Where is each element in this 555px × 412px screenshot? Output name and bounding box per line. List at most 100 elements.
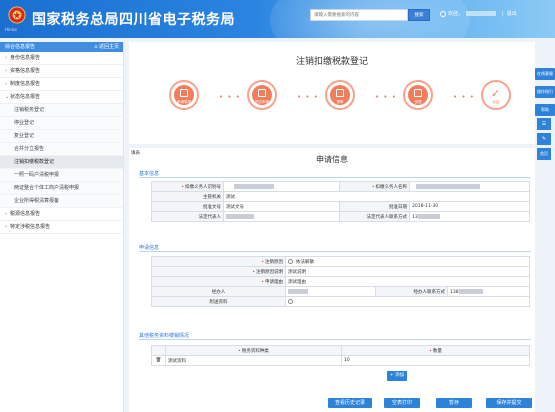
greeting-text: 欢迎，: [448, 11, 464, 17]
sidebar-item-identity[interactable]: › 身份信息报告: [0, 52, 123, 65]
section-apply-info: 申请信息: [139, 245, 532, 252]
side-tab-guide[interactable]: 操作指引: [535, 86, 555, 98]
step-label: 申请填报: [177, 100, 191, 104]
submenu-item-active[interactable]: 注销扣缴税款登记: [0, 156, 123, 169]
step-label: 办结: [492, 100, 500, 104]
handler-contact-label: 经办人联系方式: [375, 286, 448, 297]
table-row: 批准文号 测试文号 批准日期 2018-11-30: [151, 201, 530, 212]
masked-username: [466, 11, 497, 16]
back-home-link[interactable]: ⌂ 返回主页: [94, 42, 119, 52]
save-submit-button[interactable]: 保存并提交: [486, 398, 532, 408]
edit-icon[interactable]: ✎: [537, 133, 551, 145]
apply-reason-value[interactable]: 测试理由: [285, 276, 530, 287]
delete-row-icon[interactable]: 🗑: [151, 355, 166, 366]
handler-contact-cell[interactable]: 138: [447, 286, 530, 297]
status-submenu: 注销税务登记 停业登记 复业登记 合并分立报告 注销扣缴税款登记 一照一码户清税…: [0, 104, 123, 208]
sidebar-item-qualification[interactable]: › 资格信息报告: [0, 65, 123, 78]
withholding-id-text: 扣缴义务人识别号: [185, 184, 221, 190]
legal-rep-label: 法定代表人: [151, 211, 224, 222]
quantity-cell[interactable]: 10: [341, 355, 530, 366]
tax-office-label: 主管机关: [151, 191, 224, 202]
table-row: 法定代表人 法定代表人联系方式 13: [151, 211, 530, 222]
apply-reason-label: •申请理由: [151, 276, 286, 287]
step-label: 预审: [336, 100, 344, 104]
logout-link[interactable]: 退出: [507, 11, 517, 17]
quantity-header: •数量: [341, 345, 530, 356]
cancel-reason-value[interactable]: 依法解散: [285, 256, 530, 267]
sidebar-item-tax-source[interactable]: › 税源信息报告: [0, 208, 123, 221]
step-dots: • • •: [375, 93, 397, 101]
sidebar-item-label: 资格信息报告: [10, 68, 41, 74]
sidebar-item-label: 状态信息报告: [10, 94, 41, 100]
withholding-id-value: [223, 181, 340, 192]
side-tab-online-service[interactable]: 在线客服: [535, 68, 555, 80]
required-mark: •: [261, 259, 264, 265]
withholding-id-label: •扣缴义务人识别号: [151, 181, 224, 192]
sidebar-item-status[interactable]: ⌄状态信息报告: [0, 91, 123, 104]
step-dots: • • •: [297, 93, 319, 101]
search-icon: [288, 298, 293, 304]
table-row: 附送资料: [151, 296, 530, 307]
search-input[interactable]: [310, 9, 408, 21]
tax-office-value: 测试: [223, 191, 530, 202]
save-draft-button[interactable]: 暂存: [436, 398, 472, 408]
submenu-item[interactable]: 企业所得税清算报备: [0, 195, 123, 208]
submenu-item[interactable]: 两证整合个体工商户清税申报: [0, 182, 123, 195]
cancel-reason-label: •注销原因: [151, 256, 286, 267]
submenu-item[interactable]: 复业登记: [0, 130, 123, 143]
withholding-name-text: 扣缴义务人名称: [375, 184, 408, 190]
submenu-item[interactable]: 合并分立报告: [0, 143, 123, 156]
menu-icon[interactable]: ☰: [537, 118, 551, 130]
stamp-icon: [414, 89, 422, 97]
table-row: •扣缴义务人识别号 •扣缴义务人名称: [151, 181, 530, 192]
sidebar: 综合信息报告 ⌂ 返回主页 › 身份信息报告 › 资格信息报告 › 制度信息报告 ⌄状…: [0, 42, 124, 412]
legal-contact-cell: 13: [409, 211, 530, 222]
step-dots: • • •: [219, 93, 241, 101]
table-header-row: •税务资料种类 •数量: [151, 345, 530, 356]
required-mark: •: [429, 348, 432, 354]
search-button[interactable]: 搜索: [408, 9, 430, 21]
sidebar-item-specific[interactable]: › 特定涉税信息报告: [0, 221, 123, 234]
legal-rep-value: [223, 211, 340, 222]
user-icon: [440, 10, 446, 17]
material-type-header-text: 税务资料种类: [241, 348, 269, 354]
sidebar-header: 综合信息报告 ⌂ 返回主页: [0, 42, 123, 52]
handler-value[interactable]: [285, 286, 376, 297]
material-type-cell[interactable]: 测试资料: [165, 355, 342, 366]
sidebar-title: 综合信息报告: [5, 44, 36, 50]
masked-value: [226, 213, 254, 219]
site-title: 国家税务总局四川省电子税务局: [32, 12, 235, 28]
required-mark: •: [371, 184, 375, 190]
table-row: 主管机关 测试: [151, 191, 530, 202]
withholding-name-value: [409, 181, 530, 192]
table-row: •注销原因说明 测试说明: [151, 266, 530, 277]
add-row-button[interactable]: + 添加: [387, 371, 407, 381]
sidebar-item-system[interactable]: › 制度信息报告: [0, 78, 123, 91]
search-icon: [288, 258, 293, 264]
back-home-label: 返回主页: [98, 44, 119, 50]
table-row: •申请理由 测试理由: [151, 276, 530, 287]
submenu-item[interactable]: 一照一码户清税申报: [0, 169, 123, 182]
required-mark: •: [181, 184, 184, 190]
masked-value: [288, 288, 308, 294]
sidebar-item-label: 税源信息报告: [10, 211, 41, 217]
material-type-header: •税务资料种类: [165, 345, 342, 356]
home-icon[interactable]: 首页: [537, 148, 551, 160]
print-blank-button[interactable]: 空表打印: [384, 398, 420, 408]
step-circle: ✓ 办结: [486, 85, 506, 105]
step-circle: 预审: [330, 85, 350, 105]
user-area: 欢迎， | 退出: [440, 10, 517, 17]
required-mark: •: [238, 348, 241, 354]
quantity-value: 10: [344, 358, 350, 363]
submenu-item[interactable]: 注销税务登记: [0, 104, 123, 117]
attachment-value[interactable]: [285, 296, 530, 307]
required-mark: •: [252, 269, 255, 275]
step-label: 受理: [414, 100, 422, 104]
cancel-desc-value[interactable]: 测试说明: [285, 266, 530, 277]
approval-date-value: 2018-11-30: [409, 201, 530, 212]
submenu-item[interactable]: 停业登记: [0, 117, 123, 130]
side-tab-help[interactable]: 帮助: [535, 104, 555, 116]
history-button[interactable]: 查看历史记录: [328, 398, 372, 408]
side-icons: ☰ ✎ 首页: [537, 118, 553, 163]
approval-date-label: 批准日期: [339, 201, 410, 212]
